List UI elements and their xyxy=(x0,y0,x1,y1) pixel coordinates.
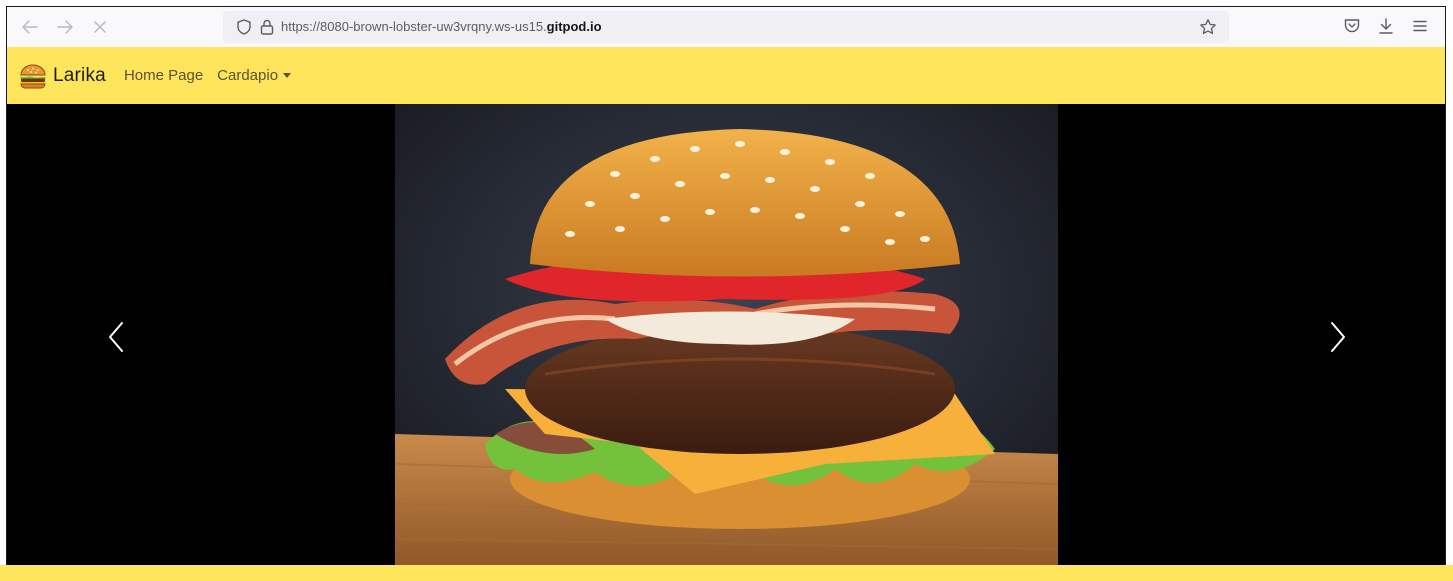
chevron-left-icon xyxy=(109,322,123,352)
burger-logo-icon xyxy=(20,63,46,88)
url-prefix: https://8080-brown-lobster-uw3vrqny.ws-u… xyxy=(281,19,547,34)
brand-link[interactable]: Larika xyxy=(18,61,106,91)
close-icon[interactable] xyxy=(89,16,111,38)
chevron-right-icon xyxy=(1331,322,1345,352)
brand-name: Larika xyxy=(53,64,106,86)
url-host: gitpod.io xyxy=(546,19,602,34)
site-navbar: Larika Home Page Cardapio xyxy=(7,47,1445,104)
caret-down-icon xyxy=(283,73,292,78)
url-text[interactable]: https://8080-brown-lobster-uw3vrqny.ws-u… xyxy=(281,19,602,34)
browser-toolbar: https://8080-brown-lobster-uw3vrqny.ws-u… xyxy=(7,7,1445,48)
burger-photo xyxy=(395,104,1058,572)
shield-icon[interactable] xyxy=(235,18,253,36)
browser-window: https://8080-brown-lobster-uw3vrqny.ws-u… xyxy=(6,6,1446,581)
download-icon[interactable] xyxy=(1376,16,1396,36)
nav-link-home-page[interactable]: Home Page xyxy=(124,67,203,84)
star-icon[interactable] xyxy=(1199,18,1217,36)
lock-icon[interactable] xyxy=(258,18,276,36)
carousel-next-button[interactable] xyxy=(1313,312,1363,362)
nav-link-label: Cardapio xyxy=(217,67,279,84)
nav-link-label: Home Page xyxy=(123,67,204,84)
address-bar[interactable]: https://8080-brown-lobster-uw3vrqny.ws-u… xyxy=(223,11,1229,43)
image-carousel xyxy=(7,104,1445,572)
nav-dropdown-cardapio[interactable]: Cardapio xyxy=(217,67,292,84)
arrow-right-icon[interactable] xyxy=(54,16,76,38)
pocket-icon[interactable] xyxy=(1342,16,1362,36)
footer-strip xyxy=(0,565,1453,581)
arrow-left-icon[interactable] xyxy=(19,16,41,38)
hamburger-menu-icon[interactable] xyxy=(1410,16,1430,36)
carousel-prev-button[interactable] xyxy=(91,312,141,362)
